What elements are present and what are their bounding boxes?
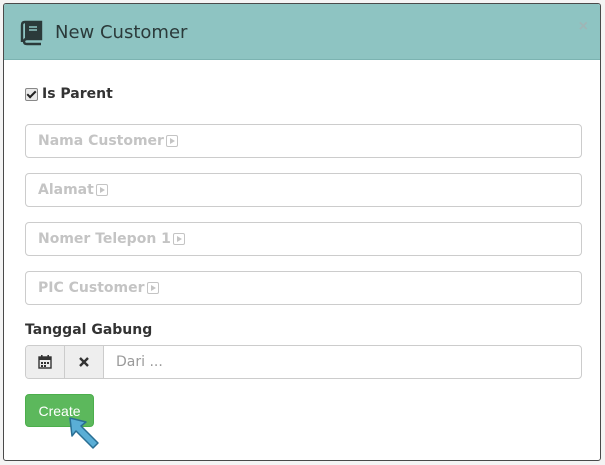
date-range-group: Dari ... bbox=[25, 345, 582, 379]
play-hint-icon bbox=[165, 135, 178, 147]
nama-customer-field[interactable]: Nama Customer bbox=[25, 124, 582, 158]
is-parent-row[interactable]: Is Parent bbox=[25, 86, 113, 102]
play-hint-icon bbox=[95, 184, 108, 196]
field-placeholder: PIC Customer bbox=[38, 280, 145, 296]
pic-customer-field[interactable]: PIC Customer bbox=[25, 271, 582, 305]
clear-date-button[interactable] bbox=[65, 346, 104, 378]
play-hint-icon bbox=[146, 282, 159, 294]
close-button[interactable]: × bbox=[579, 18, 588, 36]
date-from-input[interactable]: Dari ... bbox=[104, 346, 581, 378]
tanggal-gabung-label: Tanggal Gabung bbox=[25, 322, 153, 338]
calendar-button[interactable] bbox=[26, 346, 65, 378]
alamat-field[interactable]: Alamat bbox=[25, 173, 582, 207]
calendar-icon bbox=[38, 355, 52, 369]
arrow-pointer-icon bbox=[69, 417, 99, 449]
is-parent-checkbox[interactable] bbox=[25, 87, 38, 101]
field-placeholder: Alamat bbox=[38, 182, 94, 198]
book-icon bbox=[20, 20, 43, 46]
nomer-telepon-field[interactable]: Nomer Telepon 1 bbox=[25, 222, 582, 256]
play-hint-icon bbox=[172, 233, 185, 245]
modal-title: New Customer bbox=[55, 22, 188, 43]
modal-header: New Customer × bbox=[4, 4, 600, 60]
date-placeholder: Dari ... bbox=[116, 354, 163, 370]
field-placeholder: Nomer Telepon 1 bbox=[38, 231, 171, 247]
new-customer-modal: New Customer × Is Parent Nama Customer A… bbox=[3, 3, 601, 461]
field-placeholder: Nama Customer bbox=[38, 133, 164, 149]
clear-x-icon bbox=[79, 357, 89, 367]
is-parent-label: Is Parent bbox=[42, 86, 113, 102]
